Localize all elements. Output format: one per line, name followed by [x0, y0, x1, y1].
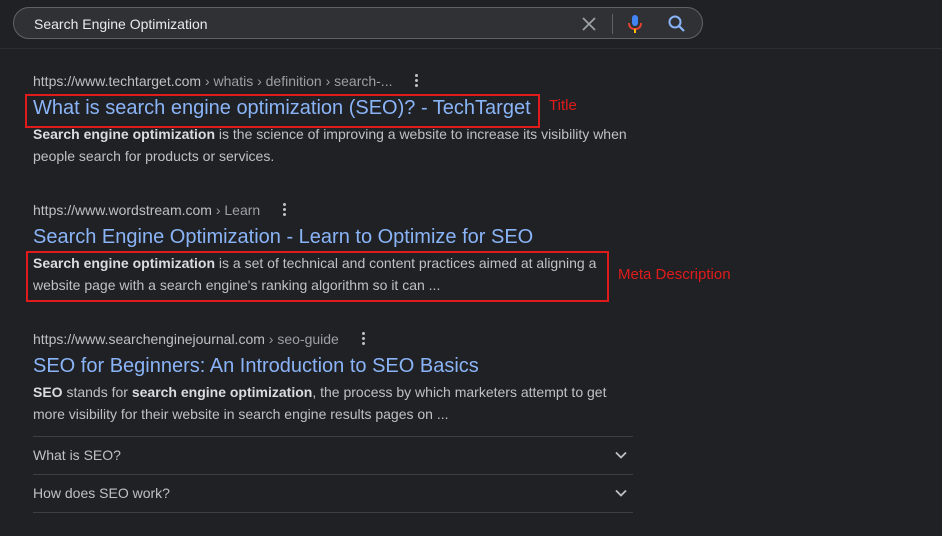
search-box[interactable]: Search Engine Optimization [13, 7, 703, 39]
result-url[interactable]: https://www.searchenginejournal.com › se… [33, 331, 633, 347]
faq-item[interactable]: How does SEO work? [33, 474, 633, 513]
result-title[interactable]: SEO for Beginners: An Introduction to SE… [33, 353, 633, 379]
more-options-icon[interactable] [283, 203, 287, 217]
result-title[interactable]: Search Engine Optimization - Learn to Op… [33, 224, 633, 250]
chevron-down-icon [615, 489, 627, 497]
url-domain: https://www.techtarget.com [33, 73, 202, 89]
faq-question: How does SEO work? [33, 485, 170, 501]
url-breadcrumb: › seo-guide [264, 331, 339, 347]
url-breadcrumb: › whatis › definition › search-... [201, 73, 393, 89]
title-annotation-label: Title [549, 97, 577, 114]
chevron-down-icon [615, 451, 627, 459]
top-bar: Search Engine Optimization [0, 0, 942, 49]
microphone-icon[interactable] [626, 14, 644, 34]
snippet-text: stands for [62, 384, 132, 400]
result-snippet: Search engine optimization is the scienc… [33, 123, 633, 167]
faq-item[interactable]: What is SEO? [33, 436, 633, 474]
result-snippet: SEO stands for search engine optimizatio… [33, 381, 633, 425]
result-url[interactable]: https://www.wordstream.com › Learn [33, 202, 633, 218]
meta-annotation-box [26, 251, 609, 302]
clear-icon[interactable] [580, 15, 598, 33]
search-icon[interactable] [667, 14, 687, 34]
faq-list: What is SEO? How does SEO work? [33, 436, 633, 513]
snippet-bold: Search engine optimization [33, 126, 216, 142]
snippet-bold: search engine optimization [131, 384, 313, 400]
more-options-icon[interactable] [415, 74, 419, 88]
url-breadcrumb: › Learn [211, 202, 261, 218]
search-input[interactable]: Search Engine Optimization [34, 16, 208, 32]
more-options-icon[interactable] [362, 332, 366, 346]
faq-question: What is SEO? [33, 447, 121, 463]
url-domain: https://www.wordstream.com [33, 202, 212, 218]
url-domain: https://www.searchenginejournal.com [33, 331, 265, 347]
meta-annotation-label: Meta Description [618, 266, 731, 283]
search-result: https://www.searchenginejournal.com › se… [33, 331, 633, 425]
snippet-bold: SEO [33, 384, 63, 400]
title-annotation-box [25, 94, 540, 128]
search-divider [612, 14, 613, 34]
result-url[interactable]: https://www.techtarget.com › whatis › de… [33, 73, 633, 89]
